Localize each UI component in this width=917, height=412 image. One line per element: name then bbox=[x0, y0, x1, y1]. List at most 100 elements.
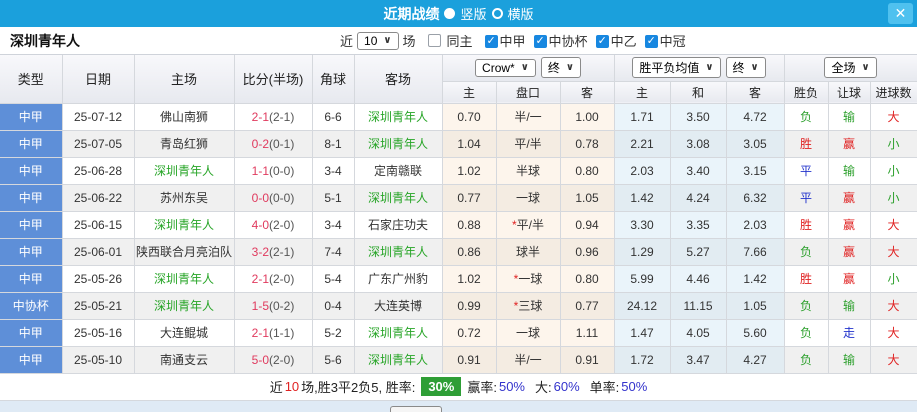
avg-win-cell: 3.30 bbox=[614, 211, 671, 239]
corners-cell: 7-4 bbox=[312, 238, 355, 266]
col-header-away: 客场 bbox=[354, 55, 443, 104]
wdl-result-cell: 胜 bbox=[784, 211, 829, 239]
team-name: 深圳青年人 bbox=[10, 32, 80, 49]
partial-button[interactable] bbox=[390, 405, 442, 412]
odds-home-cell: 0.88 bbox=[442, 211, 497, 239]
scope-select[interactable]: 全场 bbox=[824, 57, 877, 79]
away-team-cell: 石家庄功夫 bbox=[354, 211, 443, 239]
league-label[interactable]: 中甲 bbox=[500, 34, 526, 49]
match-row: 中协杯 25-05-21 深圳青年人 1-5(0-2) 0-4 大连英博 0.99 *三球 0.… bbox=[0, 292, 917, 320]
league-checkbox-中乙[interactable] bbox=[595, 34, 609, 48]
score-cell: 5-0(2-0) bbox=[234, 346, 313, 374]
odds-away-cell: 0.77 bbox=[560, 292, 615, 320]
landscape-radio[interactable] bbox=[491, 8, 503, 19]
date-cell: 25-05-26 bbox=[62, 265, 135, 293]
near-label: 近 bbox=[340, 34, 354, 49]
sub-col-header: 胜负 bbox=[784, 81, 829, 104]
league-type-cell: 中甲 bbox=[0, 265, 63, 293]
handicap-result-cell: 输 bbox=[828, 103, 871, 131]
close-icon[interactable]: ✕ bbox=[888, 3, 913, 24]
portrait-radio[interactable] bbox=[444, 8, 456, 19]
big-rate-value: 60% bbox=[553, 379, 580, 394]
avg-lose-cell: 2.03 bbox=[726, 211, 785, 239]
goals-result-cell: 大 bbox=[870, 238, 917, 266]
league-label[interactable]: 中协杯 bbox=[549, 34, 588, 49]
odds-home-cell: 1.02 bbox=[442, 157, 497, 185]
summary-near: 近 bbox=[269, 380, 283, 395]
avg-stage-select[interactable]: 终 bbox=[725, 57, 766, 79]
league-type-cell: 中甲 bbox=[0, 211, 63, 239]
bottom-strip bbox=[0, 400, 917, 412]
odds-away-cell: 0.91 bbox=[560, 346, 615, 374]
avg-draw-cell: 11.15 bbox=[670, 292, 727, 320]
goals-result-cell: 大 bbox=[870, 292, 917, 320]
odds-home-cell: 0.72 bbox=[442, 319, 497, 347]
wdl-result-cell: 负 bbox=[784, 319, 829, 347]
match-row: 中甲 25-05-10 南通支云 5-0(2-0) 5-6 深圳青年人 0.91 半/一 0.9… bbox=[0, 346, 917, 374]
league-label[interactable]: 中乙 bbox=[611, 34, 637, 49]
handicap-cell: *一球 bbox=[496, 265, 561, 293]
handicap-cell: *平/半 bbox=[496, 211, 561, 239]
avg-lose-cell: 1.05 bbox=[726, 292, 785, 320]
date-cell: 25-07-12 bbox=[62, 103, 135, 131]
sub-col-header: 和 bbox=[670, 81, 727, 104]
league-type-cell: 中甲 bbox=[0, 157, 63, 185]
avg-lose-cell: 3.15 bbox=[726, 157, 785, 185]
home-team-cell: 深圳青年人 bbox=[134, 265, 235, 293]
home-team-cell: 深圳青年人 bbox=[134, 157, 235, 185]
wdl-result-cell: 胜 bbox=[784, 265, 829, 293]
avg-type-select[interactable]: 胜平负均值 bbox=[632, 57, 721, 79]
avg-win-cell: 1.47 bbox=[614, 319, 671, 347]
bookmaker-stage-select[interactable]: 终 bbox=[540, 57, 581, 79]
same-home-checkbox[interactable] bbox=[427, 34, 441, 47]
match-row: 中甲 25-07-05 青岛红狮 0-2(0-1) 8-1 深圳青年人 1.04 平/半 0.7… bbox=[0, 130, 917, 158]
recent-results-popup: 近期战绩 竖版 横版 ✕ 深圳青年人 近 10 场 同主 中甲 中协杯 中乙 中冠 bbox=[0, 0, 917, 412]
avg-draw-cell: 3.50 bbox=[670, 103, 727, 131]
popup-title: 近期战绩 bbox=[383, 5, 440, 22]
wdl-result-cell: 负 bbox=[784, 238, 829, 266]
sub-col-header: 让球 bbox=[828, 81, 871, 104]
home-team-cell: 深圳青年人 bbox=[134, 211, 235, 239]
league-checkbox-中冠[interactable] bbox=[644, 34, 658, 48]
sub-col-header: 盘口 bbox=[496, 81, 561, 104]
league-checkbox-中甲[interactable] bbox=[484, 34, 498, 48]
goals-result-cell: 小 bbox=[870, 130, 917, 158]
goals-result-cell: 大 bbox=[870, 103, 917, 131]
same-home-label[interactable]: 同主 bbox=[447, 31, 473, 50]
sub-col-header: 进球数 bbox=[870, 81, 917, 104]
league-label[interactable]: 中冠 bbox=[660, 34, 686, 49]
games-label: 场 bbox=[402, 34, 416, 49]
handicap-rate-value: 50% bbox=[498, 379, 525, 394]
score-cell: 2-1(1-1) bbox=[234, 319, 313, 347]
handicap-result-cell: 赢 bbox=[828, 238, 871, 266]
handicap-result-cell: 输 bbox=[828, 346, 871, 374]
odds-away-cell: 1.05 bbox=[560, 184, 615, 212]
league-type-cell: 中甲 bbox=[0, 346, 63, 374]
league-checkbox-中协杯[interactable] bbox=[533, 34, 547, 48]
score-cell: 3-2(2-1) bbox=[234, 238, 313, 266]
corners-cell: 5-4 bbox=[312, 265, 355, 293]
away-team-cell: 深圳青年人 bbox=[354, 184, 443, 212]
home-team-cell: 佛山南狮 bbox=[134, 103, 235, 131]
away-team-cell: 深圳青年人 bbox=[354, 319, 443, 347]
summary-record: 场,胜3平2负5, 胜率: bbox=[301, 380, 416, 395]
goals-result-cell: 大 bbox=[870, 346, 917, 374]
match-row: 中甲 25-06-01 陕西联合月亮泊队 3-2(2-1) 7-4 深圳青年人 0.86 球半… bbox=[0, 238, 917, 266]
goals-result-cell: 小 bbox=[870, 157, 917, 185]
wdl-result-cell: 负 bbox=[784, 292, 829, 320]
portrait-label[interactable]: 竖版 bbox=[460, 4, 486, 23]
away-team-cell: 定南赣联 bbox=[354, 157, 443, 185]
match-count-select[interactable]: 10 bbox=[357, 31, 399, 50]
bookmaker-select[interactable]: Crow* bbox=[475, 58, 536, 77]
summary-games: 10 bbox=[284, 379, 300, 394]
landscape-label[interactable]: 横版 bbox=[508, 4, 534, 23]
handicap-cell: 半/一 bbox=[496, 346, 561, 374]
league-type-cell: 中甲 bbox=[0, 238, 63, 266]
avg-lose-cell: 4.72 bbox=[726, 103, 785, 131]
wdl-result-cell: 胜 bbox=[784, 130, 829, 158]
league-type-cell: 中甲 bbox=[0, 130, 63, 158]
results-table: 类型 日期 主场 比分(半场) 角球 客场 Crow* 终 胜平负均值 终 bbox=[0, 55, 917, 374]
handicap-cell: *三球 bbox=[496, 292, 561, 320]
handicap-result-cell: 输 bbox=[828, 157, 871, 185]
date-cell: 25-06-28 bbox=[62, 157, 135, 185]
